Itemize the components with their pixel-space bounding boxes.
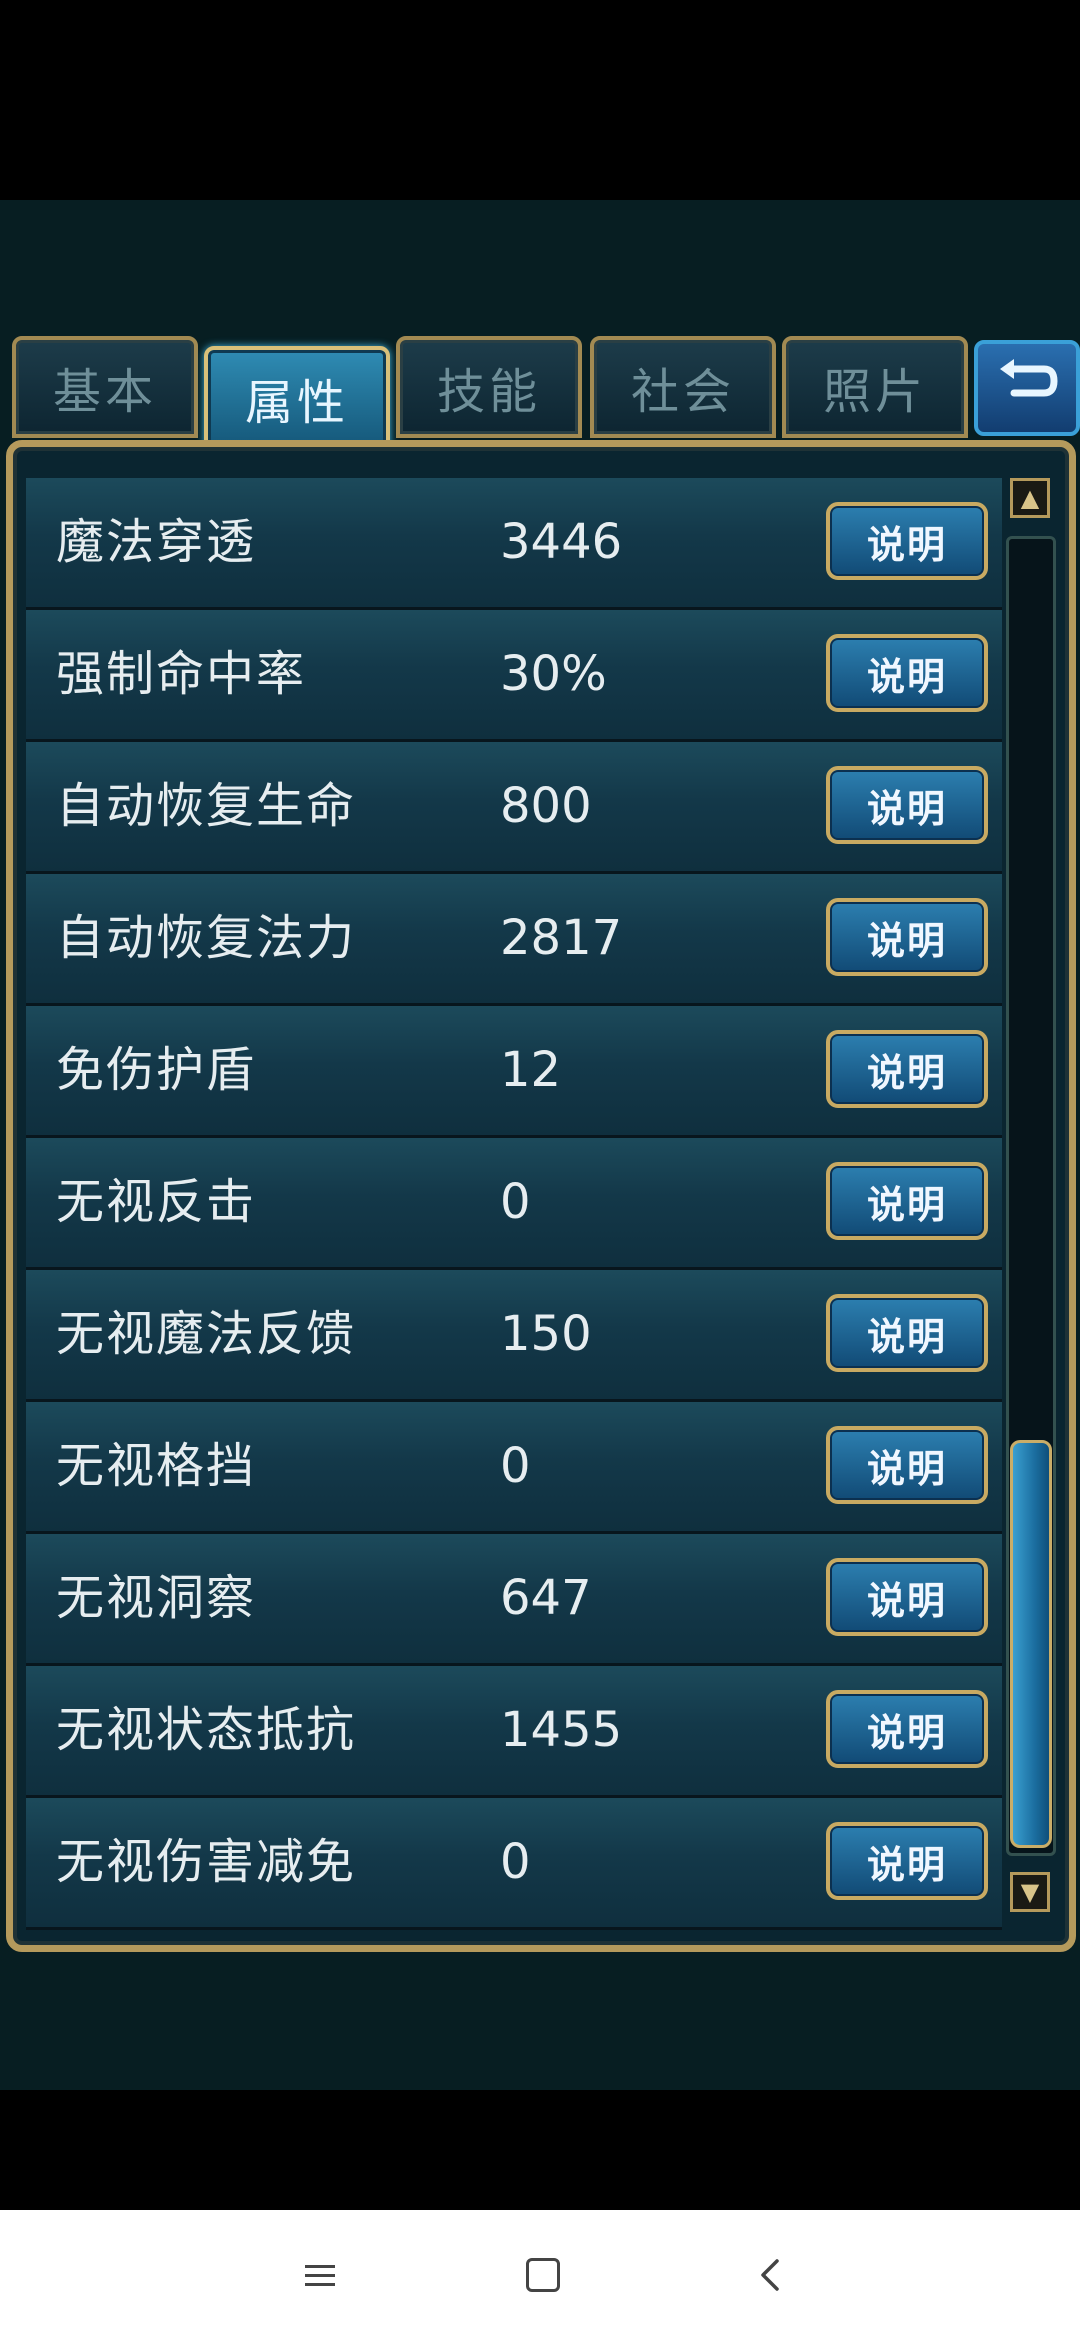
- list-item: 无视魔法反馈 150 说明: [26, 1270, 1002, 1402]
- tab-attributes[interactable]: 属性: [204, 346, 390, 450]
- attribute-name: 自动恢复生命: [56, 778, 357, 834]
- menu-icon: [305, 2259, 335, 2292]
- triangle-up-icon: ▲: [1020, 484, 1040, 512]
- tab-label: 技能: [436, 364, 541, 420]
- attribute-value: 800: [500, 778, 592, 834]
- explain-button[interactable]: 说明: [826, 1030, 988, 1108]
- tab-photo[interactable]: 照片: [782, 336, 968, 438]
- back-icon: [761, 2259, 779, 2291]
- tab-basic[interactable]: 基本: [12, 336, 198, 438]
- attribute-name: 无视格挡: [56, 1438, 257, 1494]
- menu-button[interactable]: [270, 2210, 370, 2340]
- attribute-value: 647: [500, 1570, 592, 1626]
- list-item: 自动恢复法力 2817 说明: [26, 874, 1002, 1006]
- explain-button[interactable]: 说明: [826, 634, 988, 712]
- tab-label: 照片: [822, 364, 927, 420]
- attribute-list: 魔法穿透 3446 说明 强制命中率 30% 说明 自动恢复生命 800 说明 …: [26, 478, 1002, 1930]
- explain-button[interactable]: 说明: [826, 1822, 988, 1900]
- tab-label: 基本: [52, 364, 157, 420]
- attribute-value: 1455: [500, 1702, 623, 1758]
- explain-button[interactable]: 说明: [826, 1558, 988, 1636]
- tab-label: 社会: [630, 364, 735, 420]
- back-button[interactable]: [720, 2210, 820, 2340]
- list-item: 无视反击 0 说明: [26, 1138, 1002, 1270]
- system-nav-bar: [0, 2210, 1080, 2340]
- attribute-value: 3446: [500, 514, 623, 570]
- explain-button[interactable]: 说明: [826, 1690, 988, 1768]
- return-button[interactable]: [974, 340, 1080, 436]
- list-item: 无视状态抵抗 1455 说明: [26, 1666, 1002, 1798]
- attribute-value: 0: [500, 1174, 531, 1230]
- attribute-name: 无视状态抵抗: [56, 1702, 357, 1758]
- attribute-name: 自动恢复法力: [56, 910, 357, 966]
- attribute-name: 无视反击: [56, 1174, 257, 1230]
- explain-button[interactable]: 说明: [826, 1162, 988, 1240]
- list-item: 强制命中率 30% 说明: [26, 610, 1002, 742]
- attribute-value: 30%: [500, 646, 607, 702]
- tab-skills[interactable]: 技能: [396, 336, 582, 438]
- triangle-down-icon: ▼: [1020, 1878, 1040, 1906]
- tab-social[interactable]: 社会: [590, 336, 776, 438]
- list-item: 无视伤害减免 0 说明: [26, 1798, 1002, 1930]
- scroll-down-button[interactable]: ▼: [1010, 1872, 1050, 1912]
- explain-button[interactable]: 说明: [826, 766, 988, 844]
- home-button[interactable]: [493, 2210, 593, 2340]
- attribute-name: 无视伤害减免: [56, 1834, 357, 1890]
- attribute-name: 魔法穿透: [56, 514, 257, 570]
- explain-button[interactable]: 说明: [826, 502, 988, 580]
- attribute-name: 无视魔法反馈: [56, 1306, 357, 1362]
- attribute-value: 0: [500, 1438, 531, 1494]
- scrollbar-thumb[interactable]: [1010, 1440, 1052, 1848]
- explain-button[interactable]: 说明: [826, 898, 988, 976]
- list-item: 免伤护盾 12 说明: [26, 1006, 1002, 1138]
- return-arrow-icon: [992, 357, 1062, 420]
- attribute-name: 无视洞察: [56, 1570, 257, 1626]
- list-item: 无视格挡 0 说明: [26, 1402, 1002, 1534]
- attribute-name: 强制命中率: [56, 646, 307, 702]
- attribute-value: 0: [500, 1834, 531, 1890]
- attribute-name: 免伤护盾: [56, 1042, 257, 1098]
- attribute-value: 12: [500, 1042, 562, 1098]
- scroll-up-button[interactable]: ▲: [1010, 478, 1050, 518]
- explain-button[interactable]: 说明: [826, 1294, 988, 1372]
- list-item: 无视洞察 647 说明: [26, 1534, 1002, 1666]
- explain-button[interactable]: 说明: [826, 1426, 988, 1504]
- list-item: 自动恢复生命 800 说明: [26, 742, 1002, 874]
- tab-label: 属性: [244, 375, 349, 431]
- home-icon: [526, 2258, 560, 2292]
- attribute-value: 2817: [500, 910, 623, 966]
- list-item: 魔法穿透 3446 说明: [26, 478, 1002, 610]
- attribute-value: 150: [500, 1306, 592, 1362]
